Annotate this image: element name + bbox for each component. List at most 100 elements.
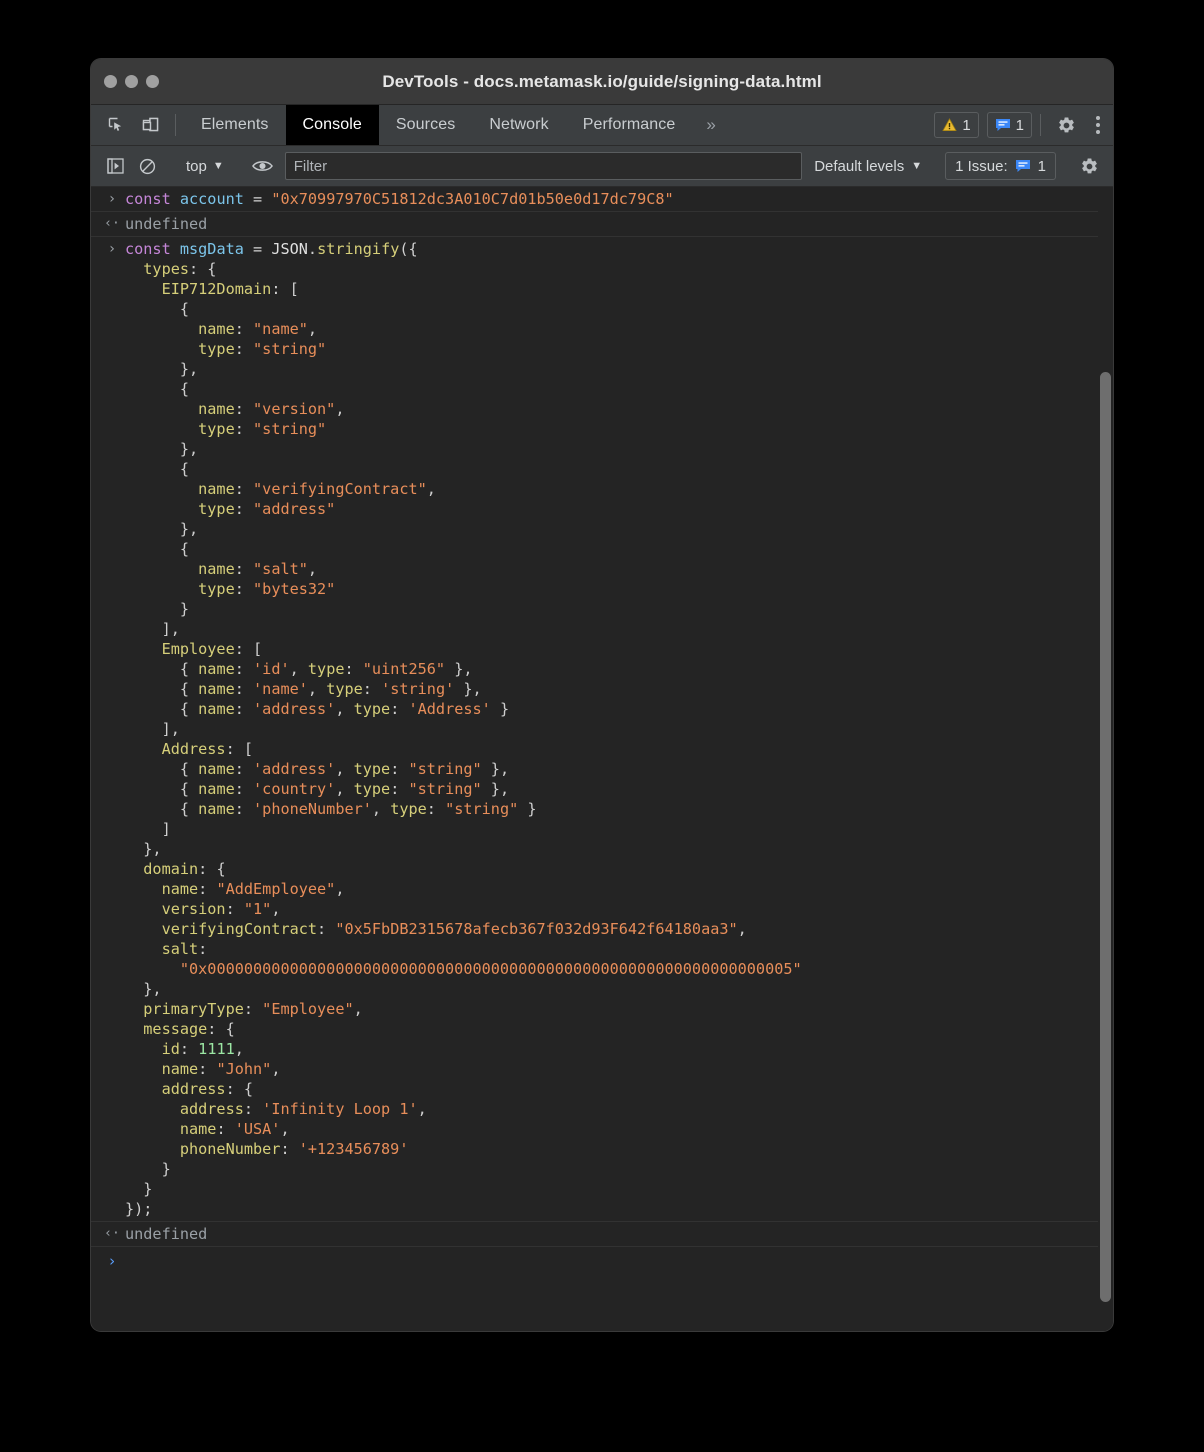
code-token: account [179, 190, 244, 208]
console-sidebar-toggle-icon[interactable] [99, 152, 131, 180]
warning-count-badge[interactable]: 1 [934, 112, 979, 138]
tab-performance[interactable]: Performance [566, 105, 693, 145]
code-token: EIP712Domain [125, 280, 272, 298]
log-levels-label: Default levels [814, 157, 905, 175]
code-token: , [335, 700, 354, 718]
code-token: name [198, 800, 235, 818]
code-token: : [234, 400, 254, 418]
code-token: : [234, 480, 254, 498]
code-line: } [125, 1179, 1113, 1199]
code-token: "address" [253, 500, 336, 518]
console-prompt-row[interactable]: › [91, 1247, 1113, 1270]
code-token: }, [125, 840, 162, 858]
code-token: : [234, 560, 254, 578]
gear-icon-2[interactable] [1073, 152, 1105, 180]
message-count-badge[interactable]: 1 [986, 112, 1032, 138]
code-line: }, [125, 359, 1113, 379]
code-token: name [125, 480, 235, 498]
toolbar-divider-2 [1040, 114, 1041, 136]
tab-network[interactable]: Network [472, 105, 565, 145]
log-levels-selector[interactable]: Default levels ▼ [808, 158, 928, 175]
code-token: name [198, 680, 235, 698]
code-token: { [125, 460, 190, 478]
code-line: } [125, 599, 1113, 619]
code-token: ], [125, 620, 180, 638]
code-token: : [243, 1000, 263, 1018]
more-tabs-icon[interactable]: » [692, 105, 729, 145]
window-controls [104, 75, 159, 88]
minimize-button[interactable] [125, 75, 138, 88]
code-token: "0x5FbDB2315678afecb367f032d93F642f64180… [335, 920, 738, 938]
filter-input[interactable] [284, 152, 803, 180]
execution-context-selector[interactable]: top ▼ [180, 158, 230, 175]
code-token: type [353, 760, 391, 778]
code-token: : [198, 940, 208, 958]
zoom-button[interactable] [146, 75, 159, 88]
console-output[interactable]: › const account = "0x70997970C51812dc3A01… [91, 187, 1113, 1331]
issues-label: 1 Issue: [955, 157, 1008, 175]
code-token: }, [125, 980, 162, 998]
gear-icon[interactable] [1049, 105, 1083, 145]
code-token: Employee [125, 640, 235, 658]
code-token: "AddEmployee" [216, 880, 336, 898]
inspect-element-icon[interactable] [99, 105, 133, 145]
message-bubble-icon [995, 118, 1011, 132]
code-line: { name: 'name', type: 'string' }, [125, 679, 1113, 699]
code-line: name: 'USA', [125, 1119, 1113, 1139]
code-token: { [125, 680, 199, 698]
code-token: 'country' [253, 780, 336, 798]
tab-sources[interactable]: Sources [379, 105, 472, 145]
code-line: const account = "0x70997970C51812dc3A010… [125, 189, 1113, 209]
code-token: type [125, 500, 235, 518]
code-token: : { [225, 1080, 254, 1098]
code-token: 'USA' [234, 1120, 281, 1138]
code-token: 'phoneNumber' [253, 800, 372, 818]
code-token: { [125, 300, 190, 318]
code-line: const msgData = JSON.stringify({ [125, 239, 1113, 259]
code-line: phoneNumber: '+123456789' [125, 1139, 1113, 1159]
code-token: : [225, 900, 244, 918]
code-token: , [280, 1120, 290, 1138]
code-token: type [390, 800, 427, 818]
device-toolbar-icon[interactable] [133, 105, 167, 145]
code-token: } [125, 600, 190, 618]
code-token: }, [481, 760, 510, 778]
clear-console-icon[interactable] [131, 152, 163, 180]
eye-icon[interactable] [247, 152, 279, 180]
close-button[interactable] [104, 75, 117, 88]
tab-elements[interactable]: Elements [184, 105, 286, 145]
code-token: type [125, 420, 235, 438]
code-token: }, [481, 780, 510, 798]
code-token: "1" [243, 900, 272, 918]
code-token: "string" [253, 340, 327, 358]
code-token: : [234, 340, 254, 358]
console-scrollbar-thumb[interactable] [1100, 372, 1111, 1302]
code-token: : [198, 1060, 217, 1078]
console-scrollbar[interactable] [1098, 187, 1113, 1331]
tab-console[interactable]: Console [285, 105, 379, 145]
result-arrow-icon: ‹· [104, 216, 120, 231]
code-token: { [125, 760, 199, 778]
code-token: }, [125, 520, 199, 538]
code-token: "0x0000000000000000000000000000000000000… [179, 960, 802, 978]
code-token: } [490, 700, 510, 718]
code-token: , [417, 1100, 427, 1118]
code-token: , [234, 1040, 244, 1058]
code-line: { name: 'address', type: "string" }, [125, 759, 1113, 779]
code-token: : [317, 920, 336, 938]
code-token: "bytes32" [253, 580, 336, 598]
issues-pill[interactable]: 1 Issue: 1 [945, 152, 1056, 180]
kebab-menu-icon[interactable] [1083, 105, 1113, 145]
code-token: , [737, 920, 747, 938]
console-result-message: ‹· undefined [91, 1222, 1113, 1247]
code-token: "John" [216, 1060, 272, 1078]
code-token: , [271, 1060, 281, 1078]
console-input-message: › const account = "0x70997970C51812dc3A01… [91, 187, 1113, 212]
code-token: : [216, 1120, 235, 1138]
code-token: types [125, 260, 190, 278]
warning-triangle-icon [942, 118, 957, 132]
code-token: : [ [225, 740, 254, 758]
code-token: stringify [317, 240, 400, 258]
